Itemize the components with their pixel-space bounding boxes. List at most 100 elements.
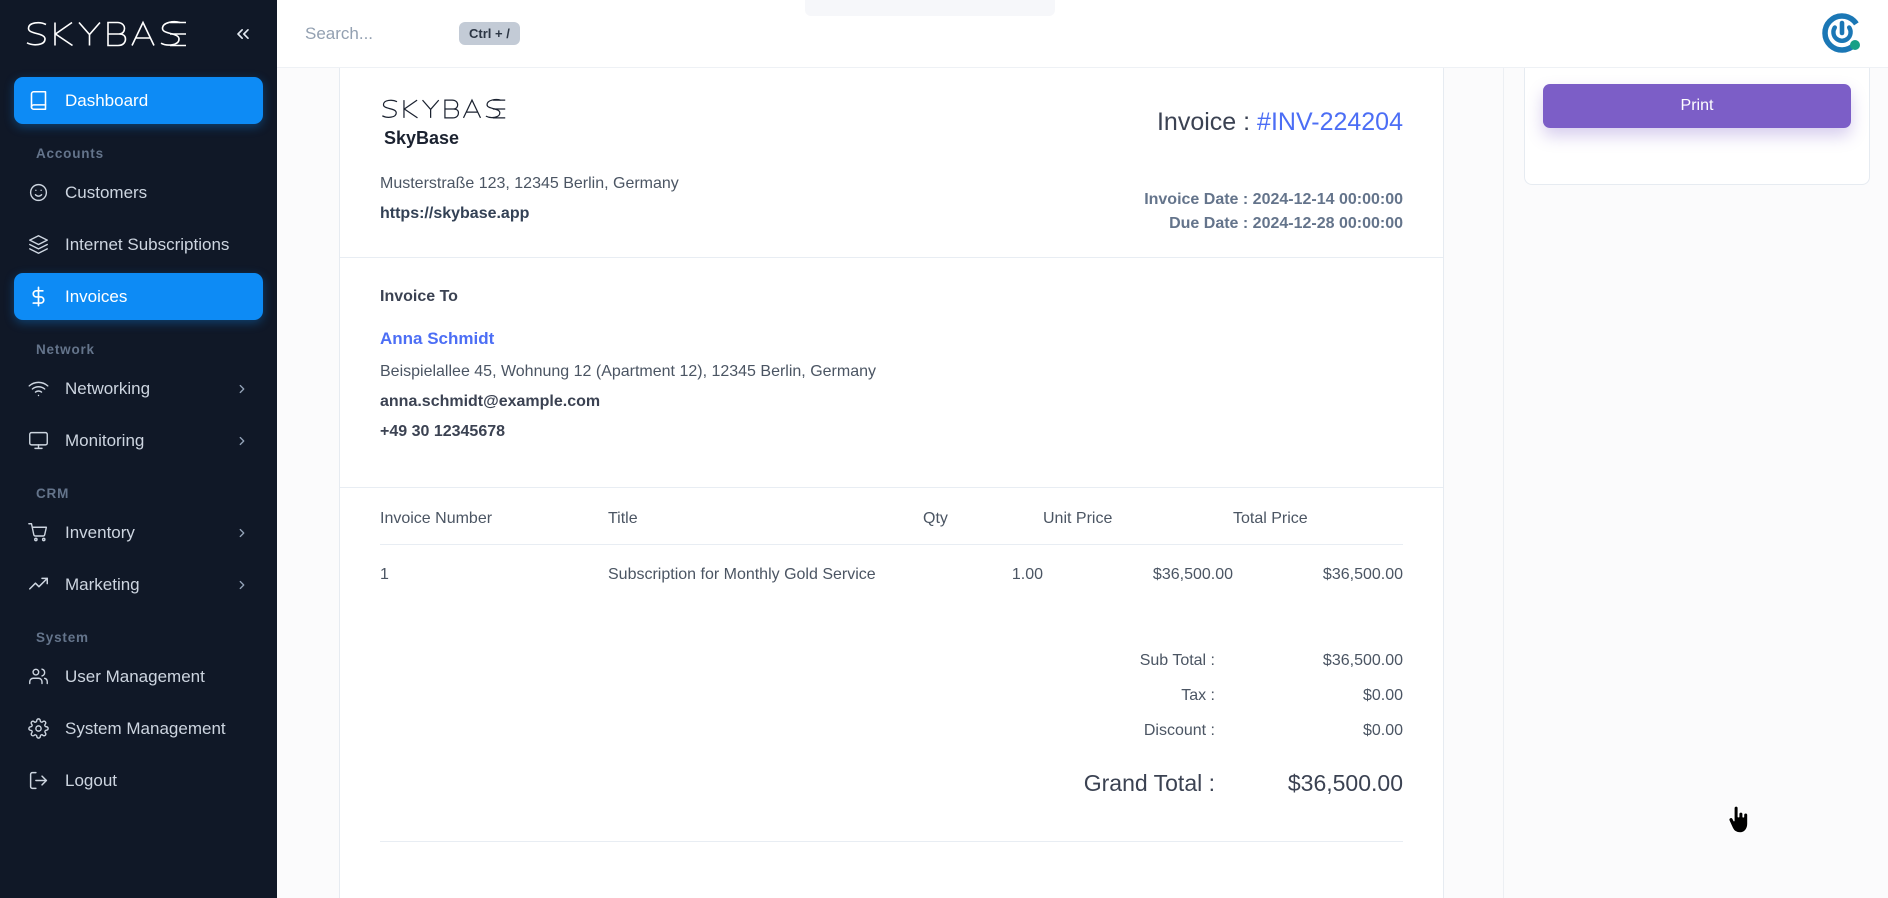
tax-value: $0.00 [1362,687,1403,704]
sidebar-section-accounts: Accounts [36,146,104,161]
sidebar-header [0,0,277,68]
chevrons-left-icon [237,29,249,40]
table-header-row: Invoice Number Title Qty Unit Price Tota… [380,494,1403,545]
trending-up-icon [28,574,54,595]
invoice-company-name: SkyBase [384,128,460,148]
sidebar-logo [24,19,187,49]
invoice-company-block: SkyBase Musterstraße 123, 12345 Berlin, … [380,90,679,223]
search-shortcut-badge: Ctrl + / [459,22,520,45]
invoice-company-website: https://skybase.app [380,205,530,222]
power-logo-glyph-icon [1822,12,1862,53]
sidebar-item-label: Internet Subscriptions [65,234,230,254]
invoice-wordmark [380,96,679,122]
cell-invoice-number: 1 [380,566,389,583]
sidebar-item-label: Networking [65,378,151,398]
search-area: Ctrl + / [305,22,520,45]
topbar: Ctrl + / [277,0,1888,68]
sidebar-item-label: Dashboard [65,90,149,110]
sidebar-item-label: Monitoring [65,430,145,450]
totals-row-discount: Discount : $0.00 [380,722,1403,740]
logout-icon [28,770,54,791]
subtotal-label: Sub Total : [1139,652,1215,669]
invoice-table-head: Invoice Number Title Qty Unit Price Tota… [380,494,1403,545]
table-row: 1 Subscription for Monthly Gold Service … [380,545,1403,585]
skybase-invoice-wordmark-icon [382,98,506,119]
sidebar-item-customers[interactable]: Customers [14,169,263,216]
grand-total-value: $36,500.00 [1287,770,1403,796]
sidebar-item-internet-subscriptions[interactable]: Internet Subscriptions [14,221,263,268]
actions-card: Print [1524,68,1870,185]
invoice-card: SkyBase Musterstraße 123, 12345 Berlin, … [339,68,1444,898]
power-logo-icon[interactable] [1822,12,1864,55]
main-area: Ctrl + / [277,0,1888,898]
invoice-document-column: SkyBase Musterstraße 123, 12345 Berlin, … [277,68,1503,898]
sidebar-section-crm: CRM [36,486,70,501]
sidebar-item-networking[interactable]: Networking [14,365,263,412]
column-header-unit-price: Unit Price [1043,494,1233,545]
invoice-to-label: Invoice To [380,288,458,305]
chevron-right-icon [235,578,249,592]
invoice-header-section: SkyBase Musterstraße 123, 12345 Berlin, … [340,68,1443,258]
sidebar-section-system: System [36,630,89,645]
chevron-right-icon [235,434,249,448]
subtotal-value: $36,500.00 [1322,652,1403,669]
layers-icon [28,234,54,255]
sidebar-item-label: Invoices [65,286,128,306]
sidebar-item-label: User Management [65,666,205,686]
sidebar-item-user-management[interactable]: User Management [14,653,263,700]
customer-phone: +49 30 12345678 [380,423,506,440]
customer-email: anna.schmidt@example.com [380,393,601,410]
invoice-actions-column: Print [1503,68,1888,898]
cell-qty: 1.00 [1011,566,1043,583]
invoice-due-date: Due Date : 2024-12-28 00:00:00 [1169,215,1403,232]
users-icon [28,666,54,687]
discount-label: Discount : [1143,722,1215,739]
sidebar-item-inventory[interactable]: Inventory [14,509,263,556]
invoice-dates: Invoice Date : 2024-12-14 00:00:00 Due D… [1144,191,1403,233]
invoice-items-table: Invoice Number Title Qty Unit Price Tota… [380,494,1403,584]
sidebar-item-label: Marketing [65,574,140,594]
customer-address: Beispielallee 45, Wohnung 12 (Apartment … [380,363,876,380]
column-header-invoice-number: Invoice Number [380,494,608,545]
print-button[interactable]: Print [1543,84,1851,128]
chevron-right-icon [235,526,249,540]
sidebar-item-invoices[interactable]: Invoices [14,273,263,320]
discount-value: $0.00 [1362,722,1403,739]
sidebar-item-label: Logout [65,770,117,790]
invoice-to-section: Invoice To Anna Schmidt Beispielallee 45… [340,258,1443,488]
monitor-icon [28,430,54,451]
sidebar-item-logout[interactable]: Logout [14,757,263,804]
sidebar-item-dashboard[interactable]: Dashboard [14,77,263,124]
customer-name-link[interactable]: Anna Schmidt [380,329,1403,349]
cell-total-price: $36,500.00 [1322,566,1403,583]
dollar-icon [28,286,54,307]
sidebar-item-marketing[interactable]: Marketing [14,561,263,608]
sidebar: Dashboard Accounts Customers Internet Su… [0,0,277,898]
tax-label: Tax : [1181,687,1215,704]
totals-row-grand-total: Grand Total : $36,500.00 [380,770,1403,797]
sidebar-section-network: Network [36,342,95,357]
smiley-icon [28,182,54,203]
sidebar-item-label: Inventory [65,522,135,542]
invoice-items-section: Invoice Number Title Qty Unit Price Tota… [340,488,1443,866]
invoice-meta-block: Invoice : #INV-224204 Invoice Date : 202… [1144,90,1403,233]
content-region: SkyBase Musterstraße 123, 12345 Berlin, … [277,68,1888,898]
app-root: Dashboard Accounts Customers Internet Su… [0,0,1888,898]
invoice-label: Invoice : [1156,108,1251,136]
chevron-right-icon [235,382,249,396]
totals-row-tax: Tax : $0.00 [380,687,1403,705]
column-header-title: Title [608,494,923,545]
sidebar-item-monitoring[interactable]: Monitoring [14,417,263,464]
sidebar-nav: Dashboard Accounts Customers Internet Su… [0,68,277,898]
search-input[interactable] [305,23,445,44]
sidebar-item-label: Customers [65,182,148,202]
cell-unit-price: $36,500.00 [1152,566,1233,583]
sidebar-item-system-management[interactable]: System Management [14,705,263,752]
invoice-date: Invoice Date : 2024-12-14 00:00:00 [1144,191,1403,208]
invoice-totals: Sub Total : $36,500.00 Tax : $0.00 Disco… [380,652,1403,797]
gear-icon [28,718,54,739]
invoice-number-link[interactable]: #INV-224204 [1257,108,1403,136]
invoice-number-line: Invoice : #INV-224204 [1144,108,1403,137]
column-header-total-price: Total Price [1233,494,1403,545]
sidebar-collapse-button[interactable] [227,20,259,48]
